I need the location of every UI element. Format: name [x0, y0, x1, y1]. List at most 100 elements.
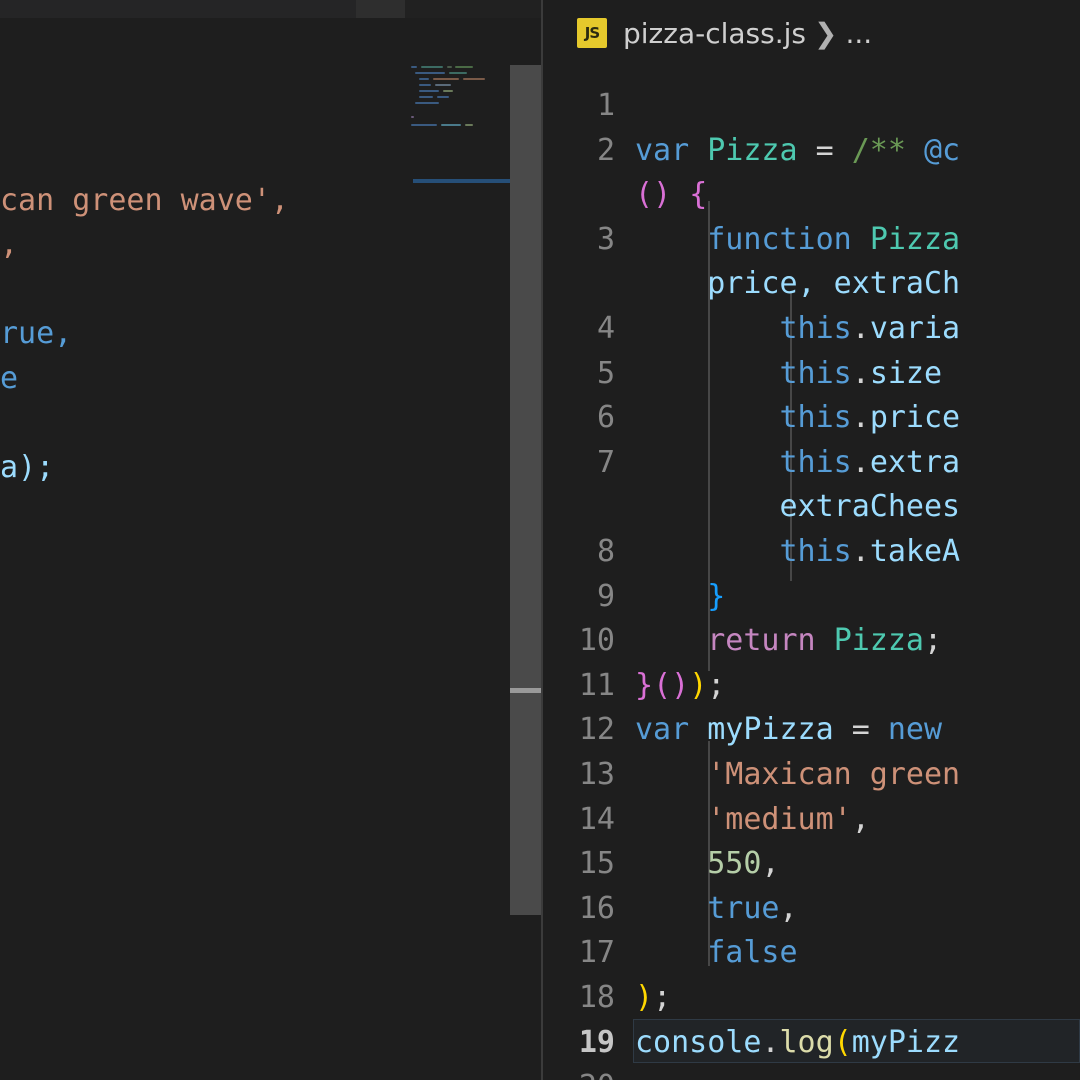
left-tab-bar-empty-area	[405, 0, 541, 18]
code-line[interactable]: 6 this.price	[543, 396, 1080, 441]
breadcrumb-file-name[interactable]: pizza-class.js	[623, 17, 806, 50]
code-line[interactable]: 16 true,	[543, 887, 1080, 932]
right-editor-group: JS pizza-class.js ❯... 1 2 var Pizza = /** …	[543, 0, 1080, 1080]
line-number	[543, 262, 615, 307]
code-line[interactable]: 1	[543, 84, 1080, 129]
code-text: this.extra	[635, 441, 961, 486]
minimap[interactable]	[405, 24, 510, 1080]
code-text: extraChees	[635, 485, 960, 530]
code-text: console.log(myPizz	[635, 1021, 960, 1066]
code-line[interactable]: 3 function Pizza	[543, 218, 1080, 263]
code-line[interactable]: 17 false	[543, 931, 1080, 976]
code-line[interactable]: 11}());	[543, 664, 1080, 709]
line-number: 5	[596, 355, 615, 391]
line-number: 15	[578, 846, 615, 882]
line-number: 3	[596, 221, 615, 257]
line-number: 7	[596, 444, 615, 480]
line-number: 18	[578, 980, 615, 1015]
code-token: ,	[851, 801, 870, 837]
code-token: this	[779, 400, 852, 436]
code-token: (	[833, 1024, 852, 1060]
minimap-slider[interactable]	[510, 65, 541, 915]
code-line[interactable]: 10 return Pizza;	[543, 619, 1080, 664]
editor-content[interactable]: 1 2 var Pizza = /** @c() {3 function Pizza…	[543, 66, 1080, 1080]
code-token: console	[635, 1024, 762, 1060]
code-token: true	[707, 890, 780, 926]
line-number: 6	[596, 400, 615, 436]
code-text: 'medium',	[635, 798, 870, 843]
code-text: function Pizza	[635, 218, 960, 263]
code-text: this.takeA	[635, 530, 961, 575]
code-line[interactable]: () {	[543, 173, 1080, 218]
code-line[interactable]: 7 this.extra	[543, 441, 1080, 486]
code-token: .	[851, 400, 870, 436]
code-text: 550,	[635, 842, 779, 887]
code-line[interactable]: 13 'Maxican green	[543, 753, 1080, 798]
code-token: (	[653, 667, 672, 703]
line-number: 11	[578, 667, 615, 703]
left-line-fragment: ,	[0, 227, 19, 262]
code-token: Pizza	[833, 623, 924, 659]
code-line[interactable]: 8 this.takeA	[543, 530, 1080, 575]
code-token: ;	[707, 667, 726, 703]
vscode-window: can green wave', , rue, e a); JS pizza-c…	[0, 0, 1080, 1080]
code-token: false	[707, 935, 798, 971]
code-token: )	[689, 667, 708, 703]
code-line[interactable]: 2 var Pizza = /** @c	[543, 129, 1080, 174]
code-token: function	[707, 221, 870, 257]
left-editor-tab-active[interactable]	[356, 0, 405, 18]
code-token: Pizza	[869, 221, 961, 257]
code-line[interactable]: 19 console.log(myPizz	[543, 1021, 1080, 1066]
code-token: this	[779, 444, 852, 480]
left-editor-content[interactable]: can green wave', , rue, e a);	[0, 24, 410, 1080]
code-line[interactable]: extraChees	[543, 485, 1080, 530]
line-number	[543, 173, 615, 218]
code-line[interactable]: 5 this.size	[543, 352, 1080, 397]
left-editor-group: can green wave', , rue, e a);	[0, 0, 541, 1080]
code-line[interactable]: 18);	[543, 976, 1080, 1021]
left-line-fragment	[0, 268, 410, 313]
code-line[interactable]: 12 var myPizza = new	[543, 708, 1080, 753]
line-number: 19	[578, 1024, 615, 1060]
code-line[interactable]: 15 550,	[543, 842, 1080, 887]
code-token: price, extraCh	[635, 266, 961, 302]
code-text: }	[635, 575, 725, 620]
breadcrumb-symbol[interactable]: ...	[845, 17, 872, 50]
code-token: var	[635, 712, 708, 748]
code-token: .	[851, 355, 870, 391]
code-token: ;	[924, 623, 943, 659]
code-text: false	[635, 931, 798, 976]
code-token: takeA	[869, 534, 961, 569]
code-line[interactable]: 14 'medium',	[543, 798, 1080, 843]
code-line[interactable]: 4 this.varia	[543, 307, 1080, 352]
code-token: =	[851, 712, 870, 748]
code-token: )	[653, 177, 672, 213]
code-token: )	[671, 667, 690, 703]
code-line[interactable]: 20	[543, 1065, 1080, 1080]
js-file-icon: JS	[577, 18, 607, 48]
breadcrumb: JS pizza-class.js ❯...	[543, 0, 1080, 66]
line-number: 8	[596, 534, 615, 569]
code-token: ;	[653, 980, 672, 1015]
code-token: myPizz	[851, 1024, 961, 1060]
code-token: .	[851, 444, 870, 480]
code-line[interactable]: price, extraCh	[543, 262, 1080, 307]
code-token: this	[779, 534, 852, 569]
left-line-fragment: e	[0, 361, 19, 396]
code-line[interactable]: 9 }	[543, 575, 1080, 620]
minimap-slider-divider	[510, 688, 541, 693]
code-token: this	[779, 311, 852, 346]
